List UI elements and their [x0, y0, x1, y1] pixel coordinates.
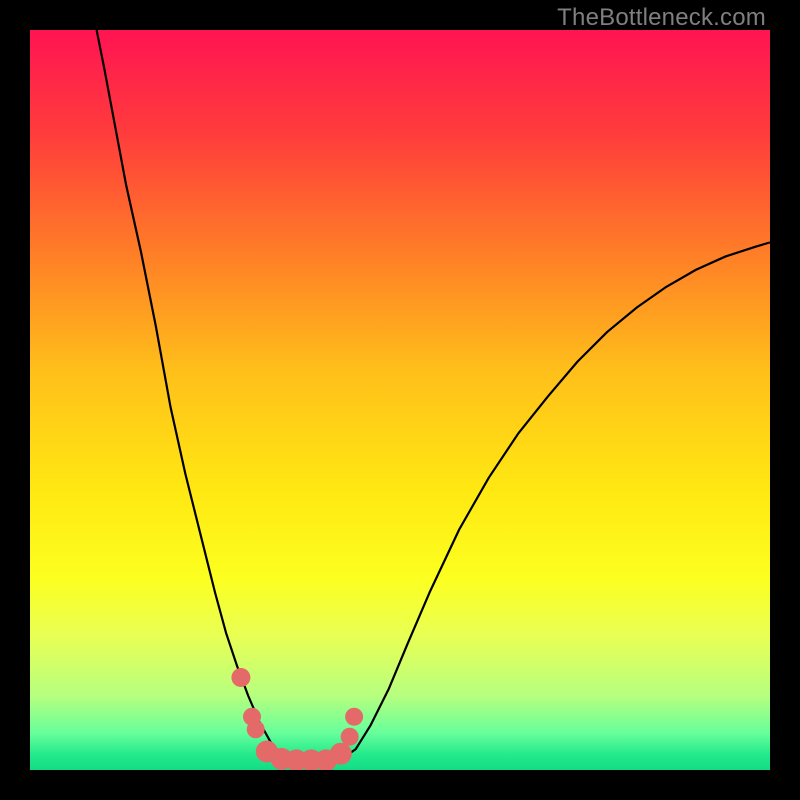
chart-marker	[341, 728, 359, 746]
chart-marker	[247, 720, 265, 738]
chart-marker	[231, 668, 250, 687]
chart-background	[30, 30, 770, 770]
chart-frame: TheBottleneck.com	[0, 0, 800, 800]
chart-marker	[345, 708, 363, 726]
chart-plot	[30, 30, 770, 770]
chart-marker	[330, 743, 352, 765]
watermark: TheBottleneck.com	[557, 4, 766, 32]
